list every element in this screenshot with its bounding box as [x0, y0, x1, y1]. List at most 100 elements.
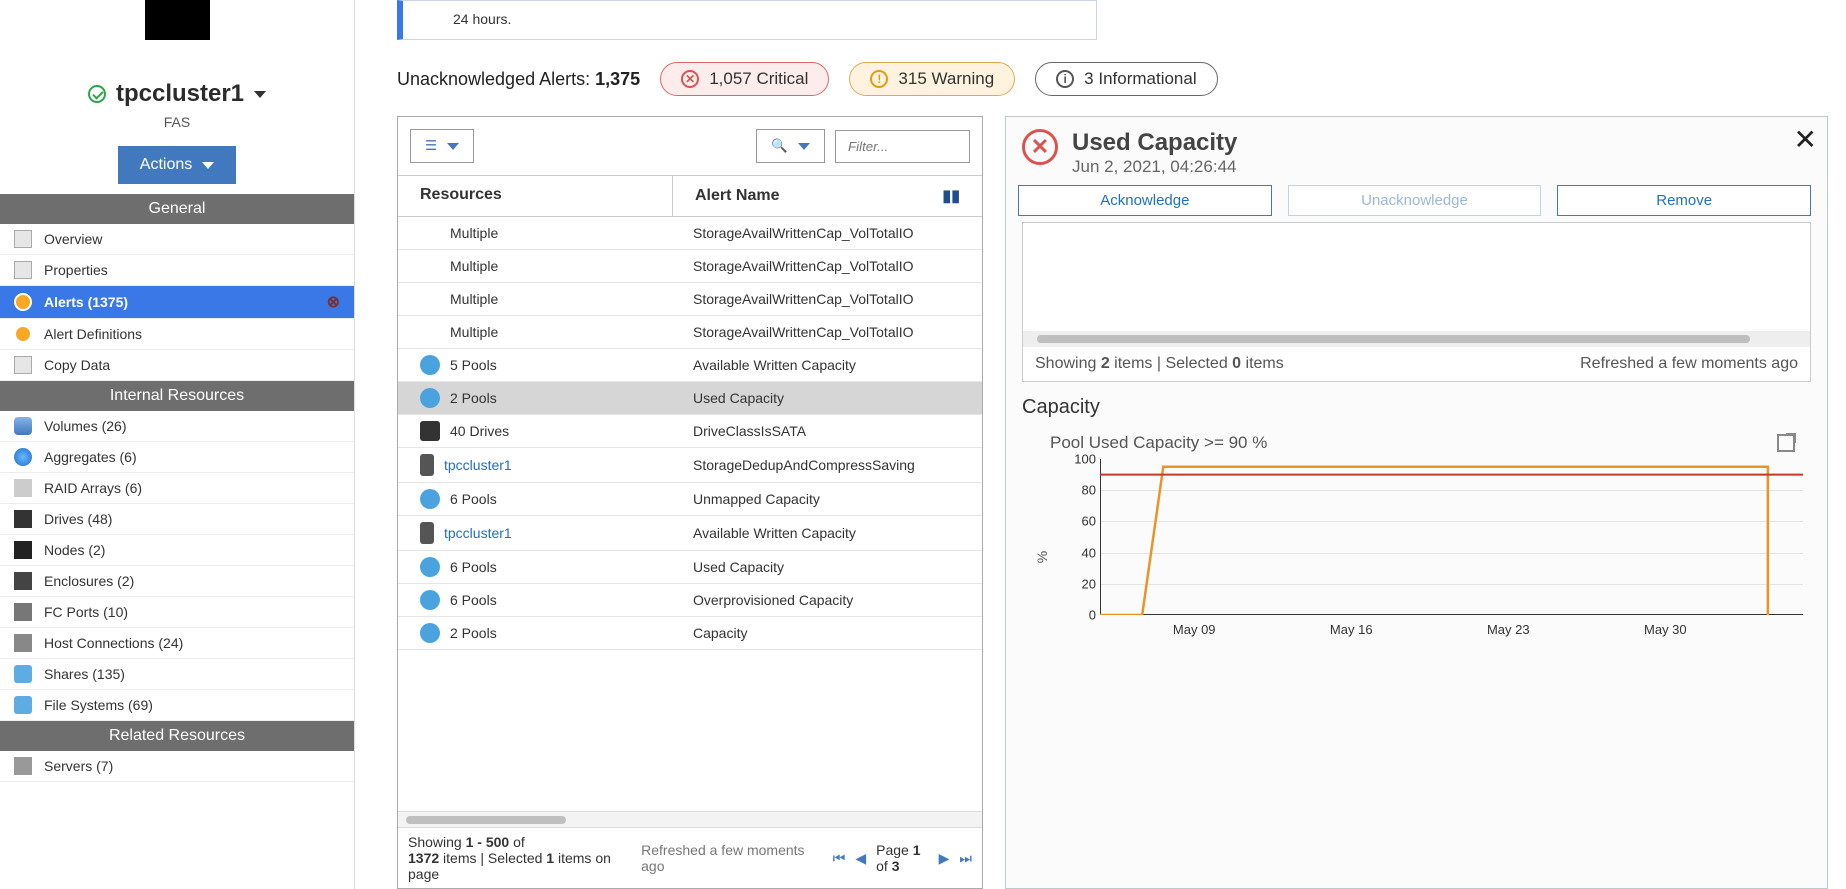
alertdef-icon — [14, 325, 32, 343]
alerts-icon — [14, 293, 32, 311]
nav-enclosures[interactable]: Enclosures (2) — [0, 566, 354, 597]
table-row[interactable]: MultipleStorageAvailWrittenCap_VolTotalI… — [398, 217, 982, 250]
filter-input[interactable] — [835, 130, 970, 163]
table-row[interactable]: Multiple StorageAvailWrittenCap_VolTotalI… — [398, 283, 982, 316]
alert-name-label: Available Written Capacity — [673, 525, 982, 541]
col-alert-name[interactable]: Alert Name▮▮ — [673, 176, 982, 216]
horizontal-scrollbar[interactable] — [1023, 331, 1810, 347]
chevron-down-icon[interactable] — [254, 91, 266, 98]
nav-alerts[interactable]: Alerts (1375)⊗ — [0, 286, 354, 319]
alert-name-label: DriveClassIsSATA — [673, 423, 982, 439]
expand-icon[interactable] — [1777, 434, 1795, 452]
alert-name-label: StorageAvailWrittenCap_VolTotalIO — [673, 324, 982, 340]
table-row[interactable]: 5 PoolsAvailable Written Capacity — [398, 349, 982, 382]
list-icon: ☰ — [425, 138, 437, 154]
actions-button[interactable]: Actions — [118, 146, 236, 184]
share-icon — [14, 665, 32, 683]
pool-icon — [420, 355, 440, 375]
view-mode-button[interactable]: ☰ — [410, 129, 474, 163]
prev-page-icon[interactable]: ◀ — [855, 850, 866, 867]
y-tick-label: 100 — [1074, 452, 1096, 467]
host-icon — [14, 634, 32, 652]
chart-title: Pool Used Capacity >= 90 % — [1050, 433, 1267, 453]
last-page-icon[interactable]: ⏭ — [959, 850, 972, 867]
nav-volumes[interactable]: Volumes (26) — [0, 411, 354, 442]
table-row[interactable]: tpccluster1StorageDedupAndCompressSaving — [398, 448, 982, 483]
chevron-down-icon — [798, 143, 810, 150]
resource-label: 6 Pools — [450, 491, 497, 507]
nav-filesystems[interactable]: File Systems (69) — [0, 690, 354, 721]
pill-critical[interactable]: ✕1,057 Critical — [660, 62, 829, 96]
alert-name-label: Used Capacity — [673, 559, 982, 575]
unacknowledge-button: Unacknowledge — [1288, 185, 1542, 216]
cluster-name[interactable]: tpccluster1 — [116, 80, 244, 108]
resource-label: tpccluster1 — [444, 525, 512, 541]
drive-icon — [420, 421, 440, 441]
nav-raid[interactable]: RAID Arrays (6) — [0, 473, 354, 504]
table-body: Multiple StorageAvailWrittenCap_VolTotalI… — [398, 217, 982, 811]
close-icon[interactable]: ✕ — [1794, 123, 1817, 156]
y-tick-label: 0 — [1089, 608, 1096, 623]
horizontal-scrollbar[interactable] — [398, 811, 982, 827]
close-icon[interactable]: ⊗ — [327, 292, 340, 312]
node-icon — [14, 541, 32, 559]
y-tick-label: 60 — [1082, 514, 1096, 529]
none-icon — [420, 289, 440, 309]
table-row[interactable]: 2 PoolsCapacity — [398, 617, 982, 650]
none-icon — [420, 223, 440, 243]
table-row[interactable]: 6 PoolsUnmapped Capacity — [398, 483, 982, 516]
alert-name-label: StorageAvailWrittenCap_VolTotalIO — [673, 291, 982, 307]
table-row[interactable]: tpccluster1 Available Written Capacity — [398, 516, 982, 551]
nav-nodes[interactable]: Nodes (2) — [0, 535, 354, 566]
nav-copy-data[interactable]: Copy Data — [0, 350, 354, 381]
table-row[interactable]: 6 PoolsUsed Capacity — [398, 551, 982, 584]
resource-label: 40 Drives — [450, 423, 509, 439]
remove-button[interactable]: Remove — [1557, 185, 1811, 216]
properties-icon — [14, 261, 32, 279]
acknowledge-button[interactable]: Acknowledge — [1018, 185, 1272, 216]
pool-icon — [420, 590, 440, 610]
alert-name-label: Available Written Capacity — [673, 357, 982, 373]
chevron-down-icon — [447, 143, 459, 150]
search-icon: 🔍 — [771, 138, 788, 154]
nav-aggregates[interactable]: Aggregates (6) — [0, 442, 354, 473]
resource-label: Multiple — [450, 258, 498, 274]
pill-warning[interactable]: !315 Warning — [849, 62, 1015, 96]
column-settings-icon[interactable]: ▮▮ — [942, 186, 960, 206]
srv-icon — [420, 454, 434, 476]
nav-fc-ports[interactable]: FC Ports (10) — [0, 597, 354, 628]
nav-host-connections[interactable]: Host Connections (24) — [0, 628, 354, 659]
next-page-icon[interactable]: ▶ — [939, 850, 950, 867]
status-ok-icon — [88, 85, 106, 103]
nav-servers[interactable]: Servers (7) — [0, 751, 354, 782]
items-list-area — [1023, 223, 1810, 331]
alerts-table-panel: ☰ 🔍 Resources Alert Name▮▮ Multiple Stora… — [397, 116, 983, 889]
x-tick-label: May 16 — [1330, 622, 1373, 637]
table-row[interactable]: 40 Drives DriveClassIsSATA — [398, 415, 982, 448]
nav-properties[interactable]: Properties — [0, 255, 354, 286]
y-tick-label: 20 — [1082, 576, 1096, 591]
nav-alert-definitions[interactable]: Alert Definitions — [0, 319, 354, 350]
pill-informational[interactable]: i3 Informational — [1035, 62, 1217, 96]
search-button[interactable]: 🔍 — [756, 129, 825, 163]
refreshed-label: Refreshed a few moments ago — [641, 842, 809, 874]
table-row[interactable]: 6 PoolsOverprovisioned Capacity — [398, 584, 982, 617]
pool-icon — [420, 557, 440, 577]
table-row[interactable]: 2 PoolsUsed Capacity — [398, 382, 982, 415]
pool-icon — [14, 448, 32, 466]
none-icon — [420, 256, 440, 276]
copy-icon — [14, 356, 32, 374]
table-row[interactable]: MultipleStorageAvailWrittenCap_VolTotalI… — [398, 250, 982, 283]
table-row[interactable]: MultipleStorageAvailWrittenCap_VolTotalI… — [398, 316, 982, 349]
col-resources[interactable]: Resources — [398, 176, 673, 216]
nav-shares[interactable]: Shares (135) — [0, 659, 354, 690]
resource-label: Multiple — [450, 291, 498, 307]
nav-drives[interactable]: Drives (48) — [0, 504, 354, 535]
nav-overview[interactable]: Overview — [0, 224, 354, 255]
refreshed-label: Refreshed a few moments ago — [1580, 355, 1798, 373]
first-page-icon[interactable]: ⏮ — [833, 850, 846, 867]
srv-icon — [420, 522, 434, 544]
cluster-header: tpccluster1 FAS Actions — [0, 0, 354, 194]
critical-icon: ✕ — [1022, 129, 1058, 165]
main-content: 24 hours. Unacknowledged Alerts: 1,375 ✕… — [355, 0, 1846, 889]
